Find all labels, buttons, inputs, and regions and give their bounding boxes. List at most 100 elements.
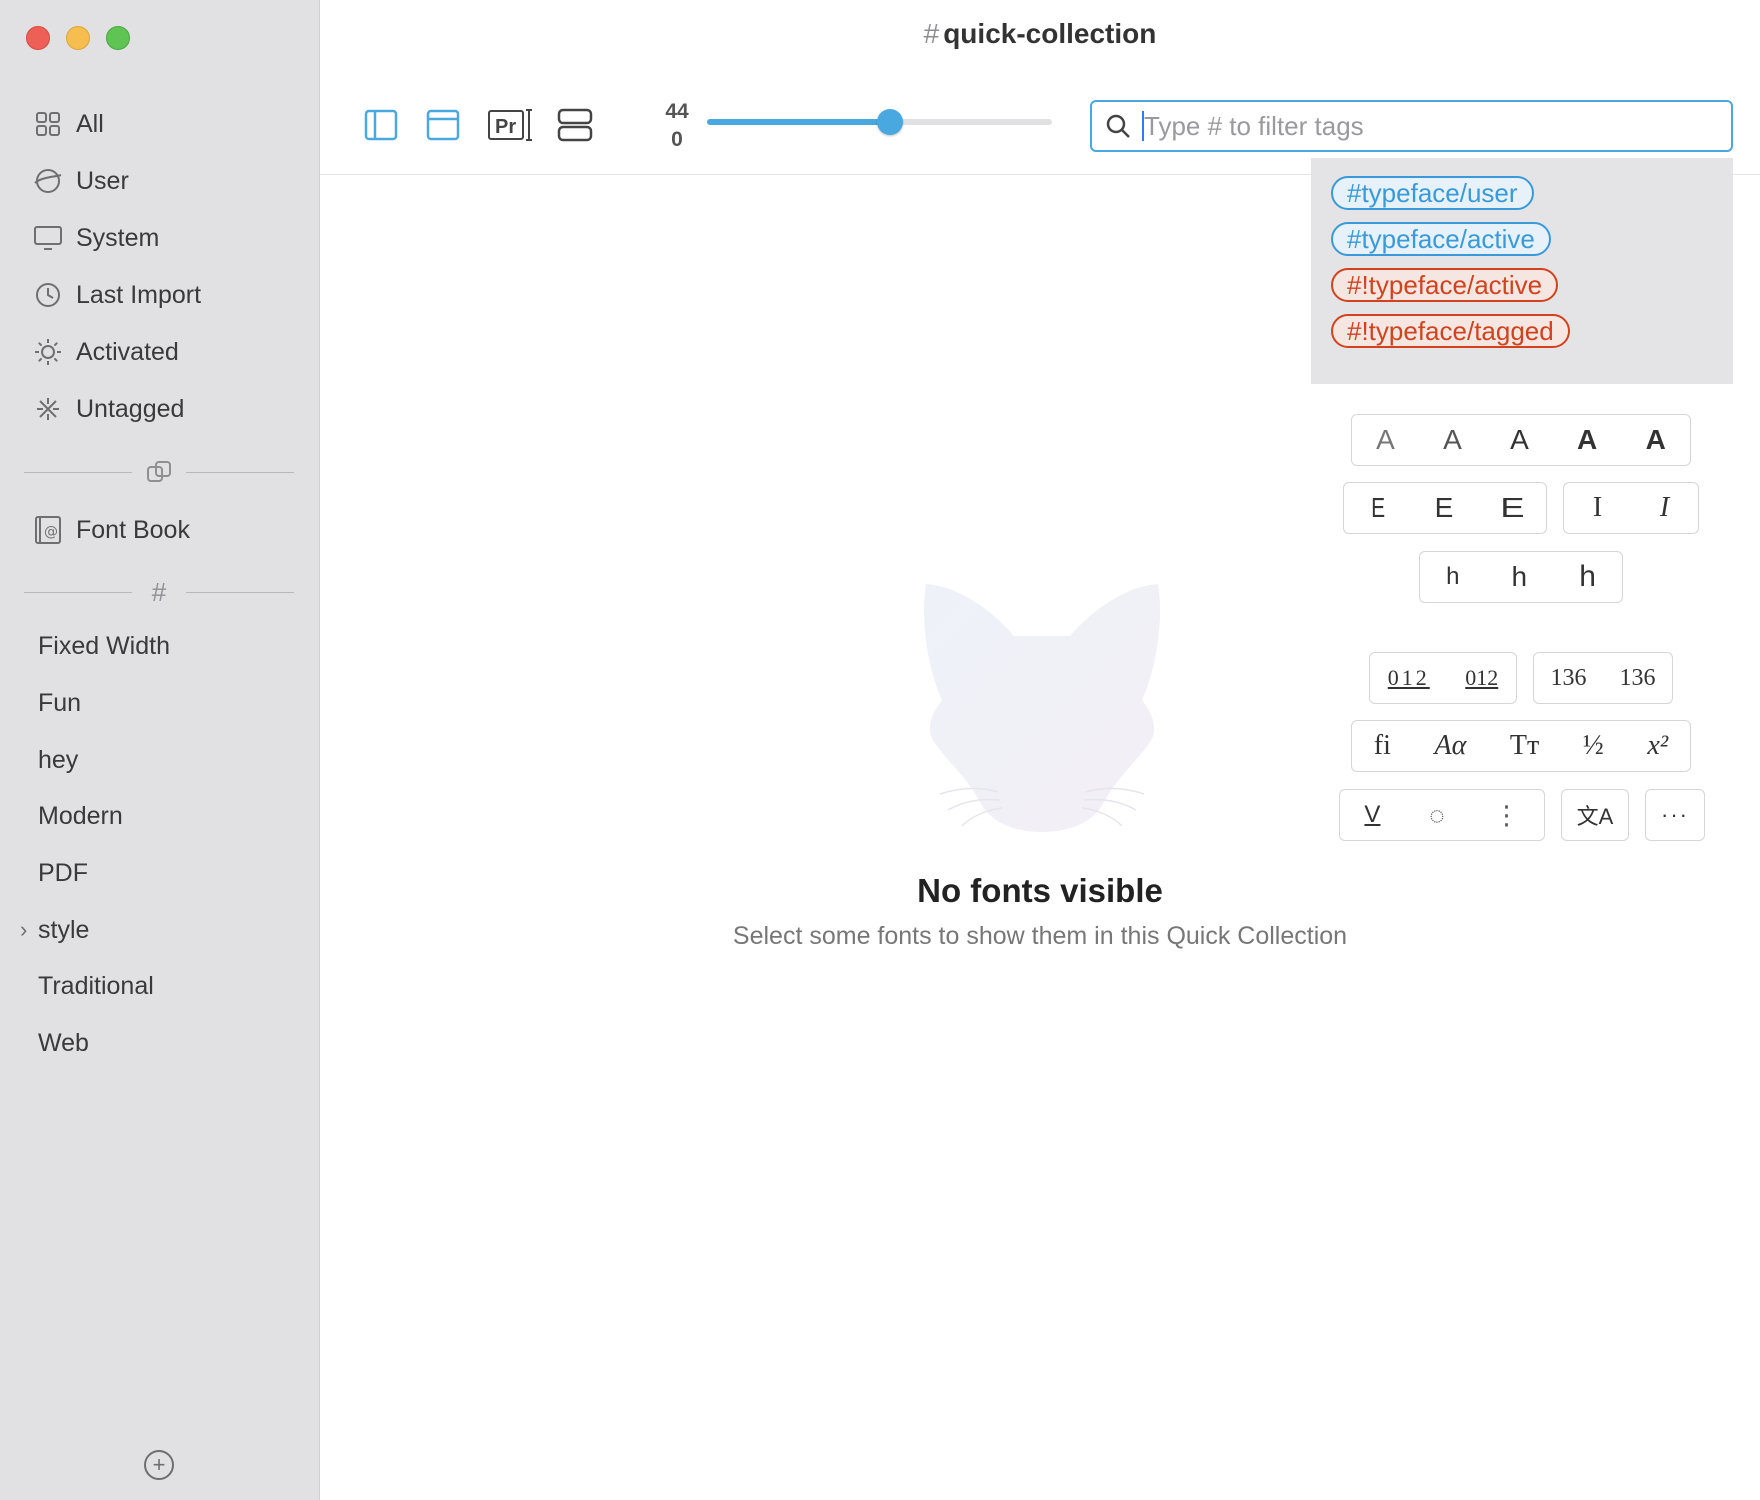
sidebar-tag[interactable]: Modern — [38, 792, 123, 840]
weight-thin-button[interactable]: A — [1376, 424, 1395, 456]
sidebar-item-label: Font Book — [76, 515, 190, 544]
fox-mascot-icon — [923, 584, 1161, 832]
width-filter-group: E E E — [1343, 482, 1547, 534]
hash-icon: # — [923, 18, 940, 49]
sidebar-item-untagged[interactable]: Untagged — [24, 385, 296, 433]
sidebar-item-label: Untagged — [76, 394, 185, 423]
window-title: # quick-collection — [320, 18, 1760, 50]
more-features-group: ··· — [1645, 789, 1705, 841]
sidebar-tag[interactable]: hey — [38, 736, 78, 784]
oldstyle-figures-button[interactable]: 136 — [1620, 665, 1656, 692]
toggle-preview-button[interactable] — [425, 106, 461, 144]
svg-text:Pr: Pr — [495, 116, 516, 138]
figure-style-group: 136 136 — [1533, 652, 1673, 704]
close-window-button[interactable] — [26, 26, 50, 50]
sidebar-tag[interactable]: Traditional — [38, 962, 154, 1010]
sidebar-item-all[interactable]: All — [24, 100, 296, 148]
opentype-features-group: fi Aα Tт ½ x² — [1351, 720, 1691, 772]
ligatures-button[interactable]: fi — [1374, 730, 1391, 762]
tag-suggestion[interactable]: #!typeface/active — [1331, 268, 1559, 302]
sidebar-item-label: System — [76, 223, 160, 252]
font-book-icon: @ — [24, 514, 72, 546]
tag-suggestions-dropdown: #typeface/user #typeface/active #!typefa… — [1311, 158, 1733, 384]
size-value-bottom: 0 — [671, 128, 683, 151]
weight-light-button[interactable]: A — [1443, 424, 1462, 456]
plus-icon: + — [152, 1452, 166, 1477]
rows-icon — [557, 108, 593, 142]
link-icon — [132, 458, 186, 486]
sidebar-tag[interactable]: PDF — [38, 849, 88, 897]
figure-spacing-group: 012 012 — [1369, 652, 1517, 704]
slider-knob[interactable] — [876, 109, 903, 135]
minimize-window-button[interactable] — [66, 26, 90, 50]
weight-regular-button[interactable]: A — [1510, 424, 1529, 456]
svg-text:@: @ — [44, 524, 58, 540]
tabular-figures-button[interactable]: 012 — [1388, 665, 1430, 691]
sidebar-item-label: Activated — [76, 337, 179, 366]
sidebar-tag[interactable]: Web — [38, 1019, 89, 1067]
sidebar-item-user[interactable]: User — [24, 157, 296, 205]
sample-text-icon: Pr — [488, 109, 532, 141]
sample-text-button[interactable]: Pr — [487, 106, 535, 144]
list-layout-button[interactable] — [557, 106, 593, 144]
empty-state-title: No fonts visible — [917, 872, 1163, 909]
language-filter-group: 文A — [1561, 789, 1629, 841]
chevron-right-icon[interactable]: › — [20, 917, 27, 943]
sidebar-tag[interactable]: Fixed Width — [38, 622, 170, 670]
grid-icon — [24, 108, 72, 140]
zoom-window-button[interactable] — [106, 26, 130, 50]
hash-icon: # — [151, 576, 167, 607]
sidebar-item-last-import[interactable]: Last Import — [24, 271, 296, 319]
sidebar-tag[interactable]: style — [38, 906, 89, 954]
slant-italic-button[interactable]: I — [1660, 492, 1669, 524]
xheight-high-button[interactable]: h — [1579, 560, 1596, 594]
xheight-filter-group: h h h — [1419, 551, 1623, 603]
window-title-text: quick-collection — [943, 18, 1157, 49]
weight-medium-button[interactable]: A — [1577, 424, 1597, 456]
library-divider — [24, 452, 294, 492]
tag-suggestion[interactable]: #!typeface/tagged — [1331, 314, 1570, 348]
width-normal-button[interactable]: E — [1435, 492, 1454, 524]
tag-suggestion[interactable]: #typeface/user — [1331, 176, 1534, 210]
window-icon — [426, 109, 460, 141]
small-caps-button[interactable]: Tт — [1510, 730, 1539, 762]
xheight-mid-button[interactable]: h — [1512, 561, 1528, 593]
sidebar-item-activated[interactable]: Activated — [24, 328, 296, 376]
sidebar-tag[interactable]: Fun — [38, 679, 81, 727]
sidebar-item-label: Last Import — [76, 280, 202, 309]
clock-icon — [24, 279, 72, 311]
weight-bold-button[interactable]: A — [1646, 424, 1666, 456]
sun-icon — [24, 336, 72, 368]
variable-font-button[interactable]: V — [1364, 801, 1380, 829]
proportional-figures-button[interactable]: 012 — [1465, 665, 1498, 691]
translate-icon[interactable]: 文A — [1577, 799, 1614, 831]
add-collection-button[interactable]: + — [144, 1450, 174, 1480]
sidebar: All User System Last Import Activated Un… — [0, 0, 320, 1500]
search-input[interactable] — [1144, 110, 1731, 142]
width-expanded-button[interactable]: E — [1500, 492, 1524, 524]
more-options-button[interactable]: ··· — [1661, 802, 1689, 828]
variable-features-group: V ◌ ⋮ — [1339, 789, 1545, 841]
sidebar-item-system[interactable]: System — [24, 214, 296, 262]
tag-suggestion[interactable]: #typeface/active — [1331, 222, 1551, 256]
tag-filter-search[interactable] — [1090, 100, 1733, 152]
slant-filter-group: I I — [1563, 482, 1699, 534]
pattern-font-button[interactable]: ⋮ — [1494, 800, 1520, 831]
search-icon — [1092, 113, 1144, 139]
slant-upright-button[interactable]: I — [1593, 492, 1602, 524]
sidebar-item-label: All — [76, 109, 104, 138]
superscript-button[interactable]: x² — [1647, 730, 1668, 762]
display-icon — [24, 222, 72, 254]
lining-figures-button[interactable]: 136 — [1551, 665, 1587, 692]
toggle-sidebar-button[interactable] — [363, 106, 399, 144]
size-slider[interactable] — [707, 109, 1052, 135]
color-font-button[interactable]: ◌ — [1429, 800, 1444, 831]
fractions-button[interactable]: ½ — [1583, 730, 1604, 762]
xheight-low-button[interactable]: h — [1446, 563, 1459, 591]
swash-button[interactable]: Aα — [1434, 730, 1466, 762]
sidebar-item-font-book[interactable]: @ Font Book — [24, 506, 296, 554]
width-condensed-button[interactable]: E — [1371, 492, 1385, 524]
sidebar-icon — [364, 109, 398, 141]
globe-icon — [24, 165, 72, 197]
sidebar-item-label: User — [76, 166, 129, 195]
